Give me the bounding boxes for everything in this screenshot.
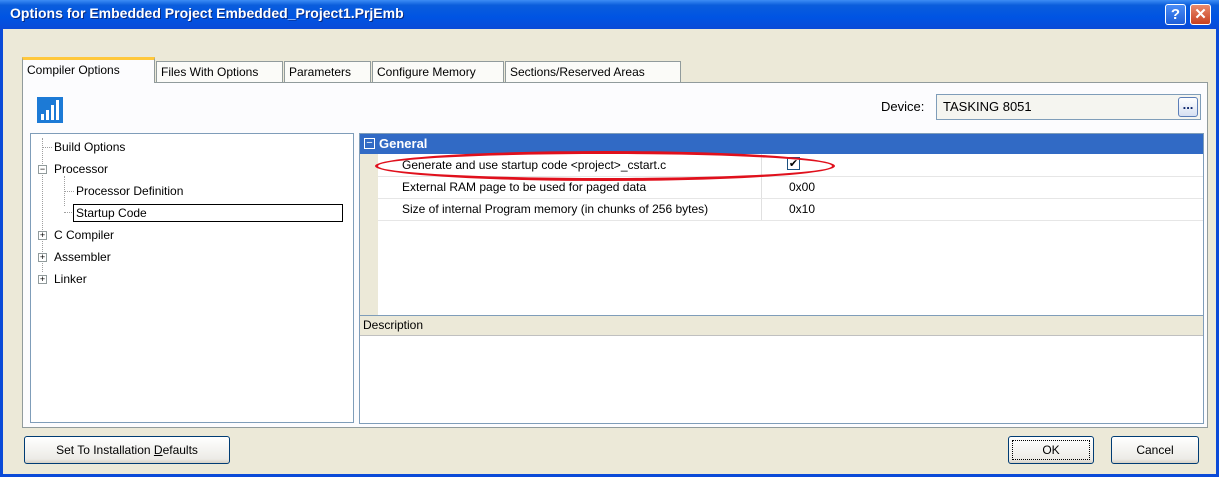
property-value[interactable]: 0x10: [789, 202, 815, 216]
device-label: Device:: [881, 99, 925, 114]
tab-sections-reserved-areas[interactable]: Sections/Reserved Areas: [505, 61, 681, 82]
property-name: Generate and use startup code <project>_…: [402, 158, 667, 172]
options-dialog: Options for Embedded Project Embedded_Pr…: [0, 0, 1219, 477]
ok-button[interactable]: OK: [1008, 436, 1094, 464]
options-tree[interactable]: Build Options − Processor Processor Defi…: [30, 133, 354, 423]
device-value: TASKING 8051: [943, 99, 1032, 114]
category-title: General: [379, 136, 428, 151]
tab-files-with-options[interactable]: Files With Options: [156, 61, 283, 82]
cancel-button[interactable]: Cancel: [1111, 436, 1199, 464]
help-button[interactable]: ?: [1165, 4, 1186, 25]
expand-icon[interactable]: +: [38, 253, 47, 262]
description-header: Description: [360, 316, 1203, 336]
tree-item-startup-code[interactable]: Startup Code: [73, 204, 343, 222]
property-name: External RAM page to be used for paged d…: [402, 180, 647, 194]
close-button[interactable]: ✕: [1190, 4, 1211, 25]
expand-icon[interactable]: +: [38, 275, 47, 284]
startup-code-checkbox[interactable]: ✔: [787, 157, 800, 170]
tree-item-linker[interactable]: Linker: [54, 272, 87, 286]
compiler-options-panel: Device: TASKING 8051 ... Build Options −…: [22, 82, 1208, 428]
property-row-startup-code[interactable]: Generate and use startup code <project>_…: [378, 154, 1203, 177]
window-title: Options for Embedded Project Embedded_Pr…: [10, 5, 404, 21]
tab-compiler-options[interactable]: Compiler Options: [22, 57, 155, 83]
installation-defaults-button[interactable]: Set To Installation Defaults: [24, 436, 230, 464]
category-header-general[interactable]: − General: [360, 134, 1203, 154]
collapse-icon[interactable]: −: [38, 165, 47, 174]
property-name: Size of internal Program memory (in chun…: [402, 202, 709, 216]
property-row-external-ram[interactable]: External RAM page to be used for paged d…: [378, 176, 1203, 199]
tree-item-build-options[interactable]: Build Options: [54, 140, 125, 154]
title-bar[interactable]: Options for Embedded Project Embedded_Pr…: [0, 0, 1219, 29]
expand-icon[interactable]: +: [38, 231, 47, 240]
collapse-icon[interactable]: −: [364, 138, 375, 149]
tree-item-processor-definition[interactable]: Processor Definition: [76, 184, 183, 198]
property-value[interactable]: 0x00: [789, 180, 815, 194]
description-pane: Description: [359, 316, 1204, 424]
device-field[interactable]: TASKING 8051 ...: [936, 94, 1201, 120]
tab-configure-memory[interactable]: Configure Memory: [372, 61, 504, 82]
tree-item-processor[interactable]: Processor: [54, 162, 108, 176]
tree-item-c-compiler[interactable]: C Compiler: [54, 228, 114, 242]
device-browse-button[interactable]: ...: [1178, 97, 1198, 117]
tree-item-assembler[interactable]: Assembler: [54, 250, 111, 264]
description-title: Description: [363, 318, 424, 332]
property-grid[interactable]: − General Generate and use startup code …: [359, 133, 1204, 316]
tab-parameters[interactable]: Parameters: [284, 61, 371, 82]
property-row-program-memory[interactable]: Size of internal Program memory (in chun…: [378, 198, 1203, 221]
bar-chart-icon: [37, 97, 63, 123]
